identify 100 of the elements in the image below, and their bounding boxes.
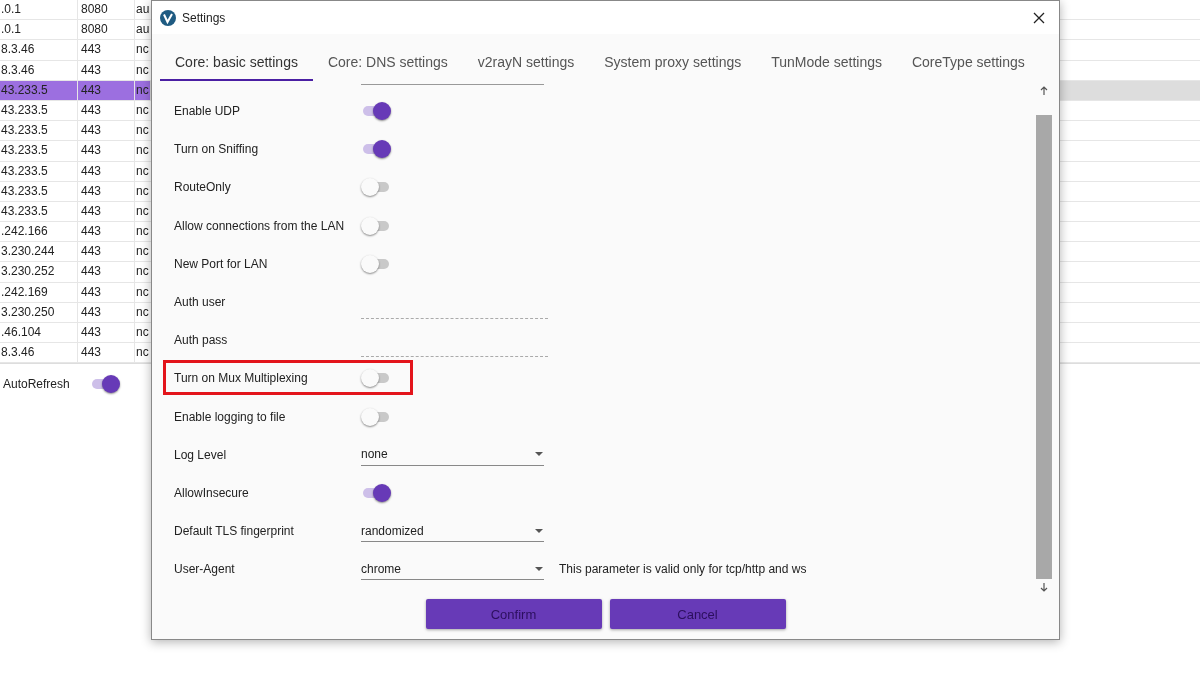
toggle-switch[interactable] <box>361 406 391 427</box>
table-cell-text: nc <box>135 243 150 261</box>
app-logo-icon <box>160 9 176 26</box>
table-row[interactable]: 43.233.5 443 nc <box>0 100 150 121</box>
tab[interactable]: Core: basic settings <box>160 46 313 81</box>
table-cell-text: nc <box>135 142 150 160</box>
table-cell: 3.230.250 <box>0 302 78 322</box>
tab[interactable]: System proxy settings <box>589 46 757 81</box>
table-row[interactable]: 43.233.5 443 nc <box>0 181 150 201</box>
table-cell-text: nc <box>135 344 150 362</box>
table-row[interactable]: 43.233.5 443 nc <box>0 201 150 222</box>
setting-label: AllowInsecure <box>174 485 250 500</box>
table-cell: 443 <box>78 242 135 262</box>
table-cell-text: nc <box>135 162 150 180</box>
table-cell: 443 <box>78 222 135 242</box>
setting-label: Log Level <box>174 447 228 462</box>
table-cell: 443 <box>78 121 135 141</box>
hint-text: This parameter is valid only for tcp/http and ws <box>559 562 807 577</box>
table-row[interactable]: .242.169 443 nc <box>0 282 150 302</box>
table-row[interactable]: 8.3.46 443 nc <box>0 343 150 363</box>
table-cell: 8.3.46 <box>0 60 78 80</box>
table-row[interactable]: 43.233.5 443 nc <box>0 161 150 181</box>
table-row[interactable]: .0.1 8080 au <box>0 0 150 20</box>
table-cell: 443 <box>78 181 135 201</box>
toggle-switch[interactable] <box>361 177 391 198</box>
table-cell: .46.104 <box>0 323 78 343</box>
table-row[interactable]: .242.166 443 nc <box>0 222 150 242</box>
table-cell: 43.233.5 <box>0 121 78 141</box>
table-cell: 3.230.244 <box>0 242 78 262</box>
tab[interactable]: CoreType settings <box>896 46 1040 81</box>
table-cell: 443 <box>78 161 135 181</box>
table-cell: 443 <box>78 60 135 80</box>
table-cell: .0.1 <box>0 0 78 20</box>
table-cell: 443 <box>78 302 135 322</box>
table-cell-text: nc <box>135 61 150 79</box>
table-cell: 8080 <box>78 20 135 40</box>
setting-label: Enable UDP <box>174 104 242 119</box>
setting-label: Enable logging to file <box>174 409 287 424</box>
table-cell-text: nc <box>135 81 150 99</box>
tab[interactable]: Core: DNS settings <box>312 46 463 81</box>
table-cell-text: nc <box>135 122 150 140</box>
dropdown[interactable]: none <box>361 443 544 466</box>
setting-label: New Port for LAN <box>174 256 269 271</box>
setting-label: RouteOnly <box>174 180 232 195</box>
table-row[interactable]: 3.230.244 443 nc <box>0 242 150 262</box>
table-row[interactable]: 43.233.5 443 nc <box>0 121 150 141</box>
table-cell: 443 <box>78 80 135 100</box>
tab[interactable]: v2rayN settings <box>462 46 590 81</box>
setting-label: Default TLS fingerprint <box>174 524 295 539</box>
table-cell: 8.3.46 <box>0 40 78 60</box>
dropdown[interactable]: chrome <box>361 558 544 581</box>
toggle-switch[interactable] <box>361 139 391 160</box>
toggle-switch[interactable] <box>361 101 391 122</box>
table-row[interactable]: 43.233.5 443 nc <box>0 80 150 100</box>
setting-label: Auth pass <box>174 333 229 348</box>
table-cell-text: nc <box>135 324 150 341</box>
table-cell: 443 <box>78 282 135 302</box>
table-cell-text: nc <box>135 283 150 301</box>
toggle-switch[interactable] <box>361 368 391 389</box>
table-cell-text: nc <box>135 41 150 59</box>
table-cell: 443 <box>78 100 135 121</box>
table-cell: 443 <box>78 201 135 222</box>
setting-label: User-Agent <box>174 562 236 577</box>
table-cell: 43.233.5 <box>0 80 78 100</box>
setting-label: Allow connections from the LAN <box>174 218 346 233</box>
table-cell-text: au <box>135 21 150 39</box>
table-cell: 3.230.252 <box>0 262 78 282</box>
table-row[interactable]: 8.3.46 443 nc <box>0 60 150 80</box>
table-cell: 443 <box>78 40 135 60</box>
table-cell: 443 <box>78 262 135 282</box>
setting-label: Turn on Mux Multiplexing <box>174 371 309 386</box>
dropdown[interactable]: randomized <box>361 520 544 543</box>
table-row[interactable]: .0.1 8080 au <box>0 20 150 40</box>
table-cell: .0.1 <box>0 20 78 40</box>
table-cell: 43.233.5 <box>0 201 78 222</box>
table-cell: 43.233.5 <box>0 161 78 181</box>
table-row[interactable]: 8.3.46 443 nc <box>0 40 150 60</box>
table-cell: 443 <box>78 323 135 343</box>
table-cell: 8.3.46 <box>0 343 78 363</box>
window-title: Settings <box>182 10 227 25</box>
table-cell: 8080 <box>78 0 135 20</box>
table-cell-text: nc <box>135 182 150 200</box>
table-row[interactable]: 43.233.5 443 nc <box>0 141 150 161</box>
table-cell-text: nc <box>135 101 150 119</box>
table-row[interactable]: 3.230.252 443 nc <box>0 262 150 282</box>
table-row[interactable]: .46.104 443 nc <box>0 323 150 343</box>
table-cell-text: nc <box>135 223 150 241</box>
toggle-switch[interactable] <box>361 482 391 503</box>
toggle-switch[interactable] <box>361 215 391 236</box>
table-cell: 443 <box>78 343 135 363</box>
table-cell: 43.233.5 <box>0 181 78 201</box>
table-cell-text: au <box>135 1 150 18</box>
tab[interactable]: TunMode settings <box>756 46 897 81</box>
table-cell-text: nc <box>135 263 150 281</box>
table-cell: 443 <box>78 141 135 161</box>
table-cell: 43.233.5 <box>0 100 78 121</box>
table-cell: 43.233.5 <box>0 141 78 161</box>
toggle-switch[interactable] <box>361 253 391 274</box>
table-row[interactable]: 3.230.250 443 nc <box>0 302 150 322</box>
scrollbar-thumb[interactable] <box>1036 115 1052 579</box>
